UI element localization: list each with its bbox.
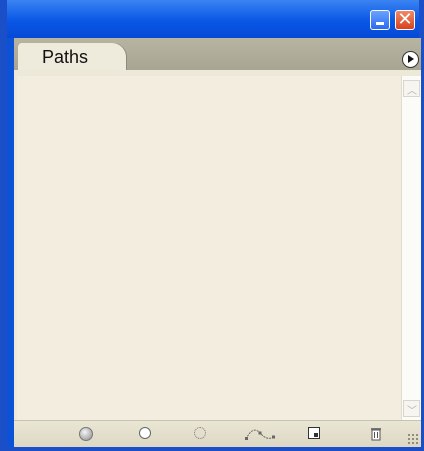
close-button[interactable]: ✕	[395, 9, 415, 30]
make-work-path-icon	[245, 429, 275, 440]
panel-toolbar	[14, 420, 421, 447]
paths-list[interactable]	[17, 76, 402, 421]
fill-path-button[interactable]	[79, 427, 95, 441]
window-frame: ✕ Paths ︿ ﹀	[0, 0, 424, 451]
new-path-button[interactable]	[308, 427, 324, 441]
paths-panel: Paths ︿ ﹀	[14, 38, 421, 447]
chevron-up-icon: ︿	[407, 86, 417, 97]
play-circle-icon	[408, 55, 414, 63]
resize-grip[interactable]	[407, 433, 419, 445]
delete-path-button[interactable]	[368, 427, 384, 441]
vertical-scrollbar[interactable]: ︿ ﹀	[401, 76, 421, 421]
delete-path-icon	[371, 428, 381, 441]
tab-paths[interactable]: Paths	[18, 43, 126, 70]
load-selection-icon	[194, 427, 206, 439]
close-icon: ✕	[397, 9, 413, 30]
new-path-icon	[308, 427, 320, 439]
tab-paths-label: Paths	[42, 47, 89, 67]
make-work-path-button[interactable]	[244, 427, 276, 441]
minimize-button[interactable]	[370, 10, 390, 30]
load-selection-button[interactable]	[194, 427, 210, 441]
stroke-path-icon	[139, 427, 151, 439]
tab-strip: Paths	[14, 38, 421, 70]
minimize-icon	[376, 22, 384, 25]
stroke-path-button[interactable]	[139, 427, 155, 441]
scroll-up-button[interactable]: ︿	[403, 80, 420, 97]
fill-path-icon	[79, 427, 93, 441]
titlebar[interactable]: ✕	[7, 0, 419, 38]
chevron-down-icon: ﹀	[407, 406, 417, 417]
panel-menu-button[interactable]	[402, 51, 419, 68]
scroll-down-button[interactable]: ﹀	[403, 400, 420, 417]
